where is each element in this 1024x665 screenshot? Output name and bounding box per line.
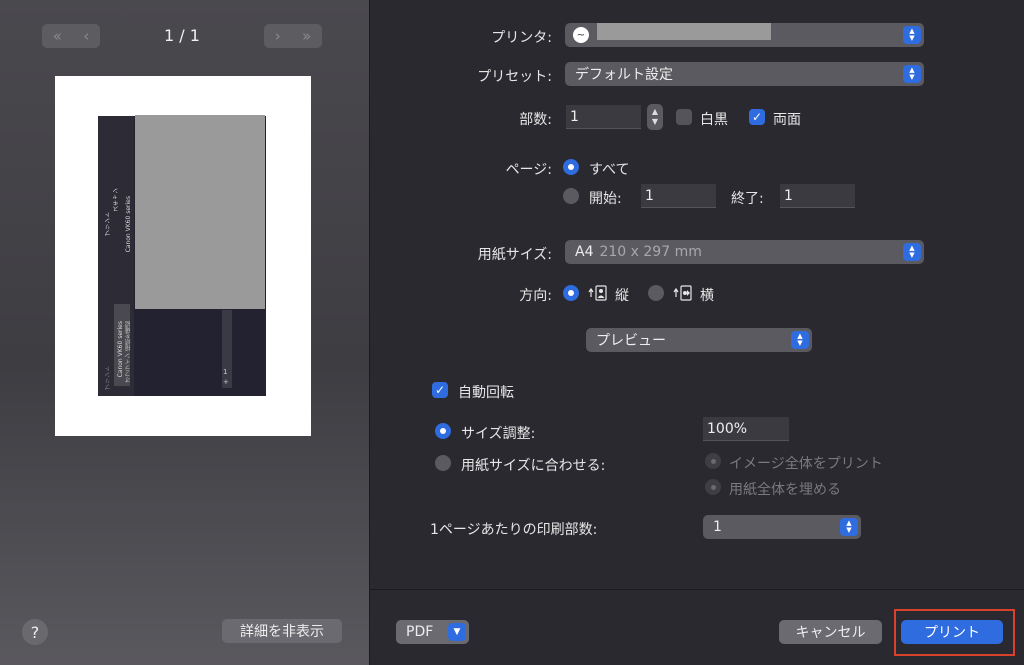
page-indicator: 1 / 1	[164, 26, 200, 45]
auto-rotate-checkbox[interactable]: ✓	[432, 382, 448, 398]
chevron-updown-icon: ▲ ▼	[791, 331, 809, 349]
orientation-portrait-label: 縦	[615, 288, 629, 304]
thumb-plus: +	[223, 378, 229, 386]
fit-whole-image-label: イメージ全体をプリント	[729, 456, 883, 472]
pages-from-label: 開始:	[589, 191, 622, 207]
fit-radio[interactable]	[435, 455, 451, 471]
scale-input[interactable]: 100%	[703, 417, 789, 441]
pages-to-label: 終了:	[731, 191, 764, 207]
duplex-checkbox[interactable]: ✓	[749, 109, 765, 125]
next-page-buttons[interactable]: › »	[264, 24, 322, 48]
printer-select[interactable]: ~ ▲ ▼	[565, 23, 924, 47]
thumb-label-device: Canon VK60 series	[125, 196, 132, 253]
thumb-scroll	[222, 310, 232, 388]
pages-from-input[interactable]: 1	[641, 184, 716, 208]
landscape-icon	[673, 285, 693, 301]
last-page-icon[interactable]: »	[302, 27, 311, 45]
checkmark-icon: ✓	[751, 110, 763, 124]
auto-rotate-label: 自動回転	[458, 385, 514, 401]
print-button-highlight	[894, 609, 1015, 656]
orientation-landscape-label: 横	[700, 288, 714, 304]
chevron-updown-icon: ▲ ▼	[840, 518, 858, 536]
preview-thumbnail: プリント スキャン Canon VK60 series Canon VK60 s…	[98, 115, 266, 396]
checkmark-icon: ✓	[434, 383, 446, 397]
thumb-label-print-2: プリント	[105, 366, 112, 390]
printer-name-redacted	[597, 23, 771, 40]
section-value: プレビュー	[596, 333, 666, 349]
orientation-landscape-radio[interactable]	[648, 285, 664, 301]
chevron-down-icon: ▼	[448, 623, 466, 641]
pages-to-input[interactable]: 1	[780, 184, 855, 208]
thumb-page: 1	[223, 368, 228, 376]
copies-per-page-label: 1ページあたりの印刷部数:	[430, 522, 598, 538]
footer-divider	[370, 589, 1024, 590]
printer-label: プリンタ:	[491, 30, 552, 46]
paper-size-label: 用紙サイズ:	[477, 247, 552, 263]
pages-range-radio[interactable]	[563, 188, 579, 204]
fit-label: 用紙サイズに合わせる:	[461, 458, 606, 474]
pdf-label: PDF	[406, 624, 434, 640]
prev-page-icon[interactable]: ‹	[83, 27, 89, 45]
pages-all-radio[interactable]	[563, 159, 579, 175]
scale-label: サイズ調整:	[461, 426, 536, 442]
copies-per-page-select[interactable]: 1 ▲ ▼	[703, 515, 861, 539]
duplex-label: 両面	[773, 112, 801, 128]
help-button[interactable]: ?	[22, 619, 48, 645]
copies-stepper[interactable]: ▲ ▼	[647, 104, 663, 130]
portrait-icon	[588, 285, 608, 301]
preset-select[interactable]: デフォルト設定 ▲ ▼	[565, 62, 924, 86]
pages-label: ページ:	[505, 162, 552, 178]
printer-status-icon: ~	[573, 27, 589, 43]
preset-label: プリセット:	[477, 69, 552, 85]
paper-size-dims: 210 x 297 mm	[599, 244, 702, 260]
bw-label: 白黒	[700, 112, 728, 128]
hide-details-button[interactable]: 詳細を非表示	[222, 619, 342, 643]
fit-fill-paper-radio[interactable]	[705, 479, 721, 495]
cancel-button[interactable]: キャンセル	[779, 620, 882, 644]
chevron-updown-icon: ▲ ▼	[903, 26, 921, 44]
paper-size-select[interactable]: A4 210 x 297 mm ▲ ▼	[565, 240, 924, 264]
thumb-label-print: プリント	[105, 212, 112, 236]
first-page-icon[interactable]: «	[53, 27, 62, 45]
thumb-label-scan: スキャン	[113, 188, 120, 212]
section-select[interactable]: プレビュー ▲ ▼	[586, 328, 812, 352]
page-preview: プリント スキャン Canon VK60 series Canon VK60 s…	[55, 76, 311, 436]
chevron-updown-icon: ▲ ▼	[903, 243, 921, 261]
paper-size-name: A4	[575, 244, 594, 260]
scale-radio[interactable]	[435, 423, 451, 439]
copies-per-page-value: 1	[713, 519, 722, 535]
thumb-label-device-2: Canon VK60 series	[117, 321, 124, 378]
pages-all-label: すべて	[589, 162, 630, 178]
next-page-icon[interactable]: ›	[275, 27, 281, 45]
orientation-label: 方向:	[519, 288, 552, 304]
redacted-area	[135, 115, 265, 309]
orientation-portrait-radio[interactable]	[563, 285, 579, 301]
prev-page-buttons[interactable]: « ‹	[42, 24, 100, 48]
thumb-label-status: オフライン 接続を確認	[125, 321, 132, 383]
preset-value: デフォルト設定	[575, 67, 673, 83]
preview-pane: « ‹ 1 / 1 › » プリント スキャン Canon VK60 serie…	[0, 0, 370, 665]
fit-fill-paper-label: 用紙全体を埋める	[729, 482, 841, 498]
chevron-updown-icon: ▲ ▼	[903, 65, 921, 83]
copies-label: 部数:	[519, 112, 552, 128]
bw-checkbox[interactable]	[676, 109, 692, 125]
pdf-menu-button[interactable]: PDF ▼	[396, 620, 469, 644]
copies-input[interactable]: 1	[566, 105, 641, 129]
fit-whole-image-radio[interactable]	[705, 453, 721, 469]
